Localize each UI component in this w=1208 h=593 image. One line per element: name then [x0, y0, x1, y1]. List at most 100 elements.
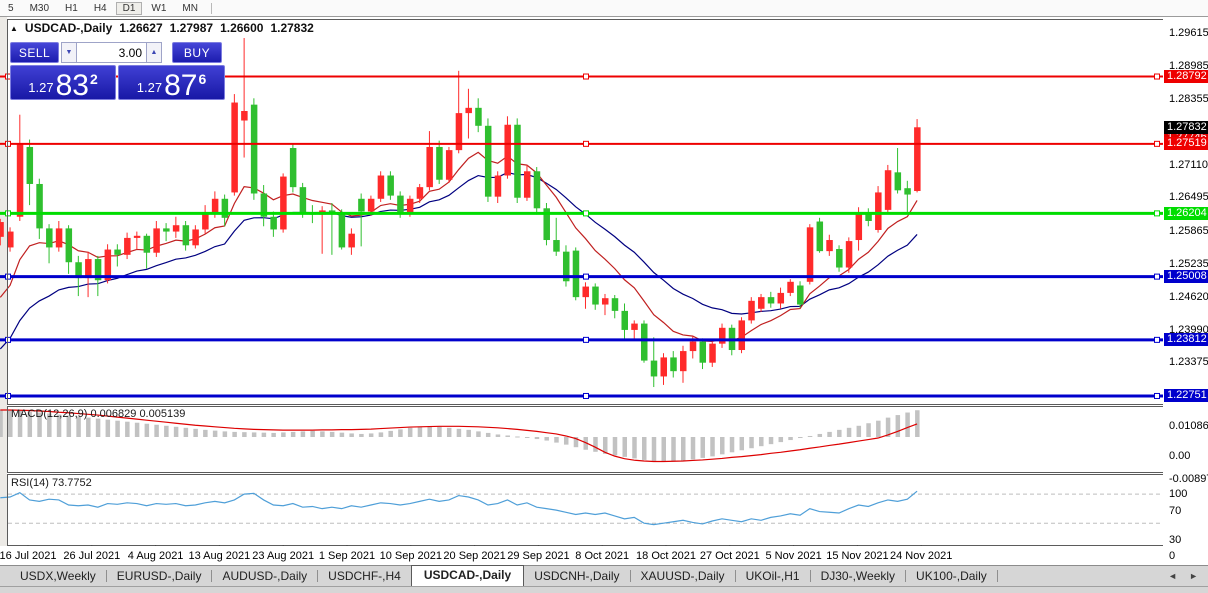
candle-up	[602, 298, 609, 304]
line-drag-handle[interactable]	[584, 337, 589, 342]
candle-down	[36, 184, 43, 228]
timeframe-button-mn[interactable]: MN	[175, 2, 205, 15]
macd-histogram-bar	[242, 432, 247, 437]
line-drag-handle[interactable]	[584, 393, 589, 398]
macd-histogram-bar	[213, 431, 218, 437]
buy-price-display[interactable]: 1.27876	[118, 65, 225, 100]
macd-histogram-bar	[466, 430, 471, 437]
sell-price-display[interactable]: 1.27832	[10, 65, 116, 100]
timeframe-button-w1[interactable]: W1	[144, 2, 173, 15]
tab-usdchf-h4[interactable]: USDCHF-,H4	[318, 567, 411, 586]
date-label: 20 Sep 2021	[443, 550, 505, 562]
sell-button[interactable]: SELL	[10, 42, 59, 63]
tab-scroll-left-icon[interactable]: ◄	[1168, 571, 1177, 581]
candle-down	[270, 217, 277, 230]
macd-histogram-bar	[418, 427, 423, 437]
tab-usdcnh-daily[interactable]: USDCNH-,Daily	[524, 567, 629, 586]
current-price-tag: 1.27832	[1164, 121, 1208, 134]
close-value: 1.27832	[270, 21, 313, 35]
timeframe-button-h4[interactable]: H4	[87, 2, 114, 15]
line-drag-handle[interactable]	[1155, 211, 1160, 216]
tab-usdx-weekly[interactable]: USDX,Weekly	[10, 567, 106, 586]
candle-up	[914, 127, 921, 191]
line-drag-handle[interactable]	[584, 141, 589, 146]
volume-increase-button[interactable]: ▲	[146, 42, 162, 63]
candle-up	[173, 225, 180, 231]
macd-histogram-bar	[115, 421, 120, 437]
collapse-triangle-icon[interactable]: ▲	[10, 24, 18, 33]
line-drag-handle[interactable]	[1155, 274, 1160, 279]
line-drag-handle[interactable]	[584, 274, 589, 279]
price-axis-label: 1.24620	[1169, 291, 1208, 304]
macd-histogram-bar	[359, 434, 364, 437]
timeframe-toolbar: 5M30H1H4D1W1MN	[0, 0, 1208, 17]
tab-xauusd-daily[interactable]: XAUUSD-,Daily	[631, 567, 735, 586]
candle-up	[582, 287, 589, 298]
line-drag-handle[interactable]	[1155, 337, 1160, 342]
tab-usdcad-daily[interactable]: USDCAD-,Daily	[411, 565, 524, 586]
candle-down	[251, 105, 257, 194]
date-label: 23 Aug 2021	[252, 550, 314, 562]
date-label: 13 Aug 2021	[188, 550, 250, 562]
macd-histogram-bar	[154, 425, 159, 437]
macd-histogram-bar	[818, 434, 823, 437]
tab-audusd-daily[interactable]: AUDUSD-,Daily	[212, 567, 317, 586]
line-drag-handle[interactable]	[584, 211, 589, 216]
macd-histogram-bar	[671, 437, 676, 461]
macd-histogram-bar	[593, 437, 598, 452]
tab-eurusd-daily[interactable]: EURUSD-,Daily	[107, 567, 212, 586]
level-price-tag: 1.27519	[1164, 137, 1208, 150]
macd-histogram-bar	[554, 437, 559, 443]
volume-input[interactable]	[77, 42, 146, 63]
candle-up	[17, 144, 24, 217]
candle-up	[368, 199, 375, 212]
macd-histogram-bar	[486, 433, 491, 437]
open-value: 1.26627	[119, 21, 162, 35]
macd-histogram-bar	[496, 434, 501, 437]
macd-histogram-bar	[691, 437, 696, 459]
price-axis[interactable]: 1.296151.289851.283551.271101.264951.258…	[1163, 17, 1208, 564]
date-label: 18 Oct 2021	[636, 550, 696, 562]
price-axis-label: 1.29615	[1169, 27, 1208, 40]
ma-slow-line	[0, 173, 917, 349]
price-axis-label: 1.28355	[1169, 93, 1208, 106]
chevron-up-icon: ▲	[151, 49, 158, 56]
macd-histogram-bar	[525, 437, 530, 438]
macd-axis-label: 0.010869	[1169, 420, 1208, 433]
high-value: 1.27987	[170, 21, 213, 35]
level-price-tag: 1.25008	[1164, 270, 1208, 283]
macd-indicator-label: MACD(12,26,9) 0.006829 0.005139	[11, 408, 185, 420]
line-drag-handle[interactable]	[1155, 141, 1160, 146]
rsi-axis-label: 70	[1169, 505, 1181, 518]
candle-down	[339, 213, 346, 248]
date-label: 10 Sep 2021	[380, 550, 442, 562]
macd-histogram-bar	[223, 431, 228, 437]
rsi-line	[0, 491, 917, 524]
timeframe-button-m30[interactable]: M30	[23, 2, 56, 15]
macd-histogram-bar	[203, 430, 208, 437]
volume-decrease-button[interactable]: ▼	[61, 42, 77, 63]
level-price-tag: 1.26204	[1164, 207, 1208, 220]
tab-dj30-weekly[interactable]: DJ30-,Weekly	[811, 567, 905, 586]
trading-terminal-window: 5M30H1H4D1W1MN ▲ USDCAD-,Daily 1.26627 1…	[0, 0, 1208, 593]
date-label: 5 Nov 2021	[765, 550, 821, 562]
line-drag-handle[interactable]	[1155, 393, 1160, 398]
timeframe-button-d1[interactable]: D1	[116, 2, 143, 15]
buy-button[interactable]: BUY	[172, 42, 222, 63]
symbol-label: USDCAD-,Daily	[25, 21, 112, 35]
date-axis[interactable]: 16 Jul 202126 Jul 20214 Aug 202113 Aug 2…	[0, 546, 1163, 564]
line-drag-handle[interactable]	[584, 74, 589, 79]
timeframe-button-5[interactable]: 5	[1, 2, 21, 15]
timeframe-button-h1[interactable]: H1	[58, 2, 85, 15]
candle-up	[709, 344, 716, 363]
tab-scroll-right-icon[interactable]: ►	[1189, 571, 1198, 581]
macd-name: MACD(12,26,9)	[11, 408, 87, 420]
candle-down	[66, 228, 73, 262]
tab-ukoil-h1[interactable]: UKOil-,H1	[736, 567, 810, 586]
tab-uk100-daily[interactable]: UK100-,Daily	[906, 567, 997, 586]
candle-down	[397, 196, 404, 214]
candle-up	[524, 171, 531, 197]
macd-histogram-bar	[710, 437, 715, 456]
rsi-name: RSI(14)	[11, 477, 49, 489]
line-drag-handle[interactable]	[1155, 74, 1160, 79]
